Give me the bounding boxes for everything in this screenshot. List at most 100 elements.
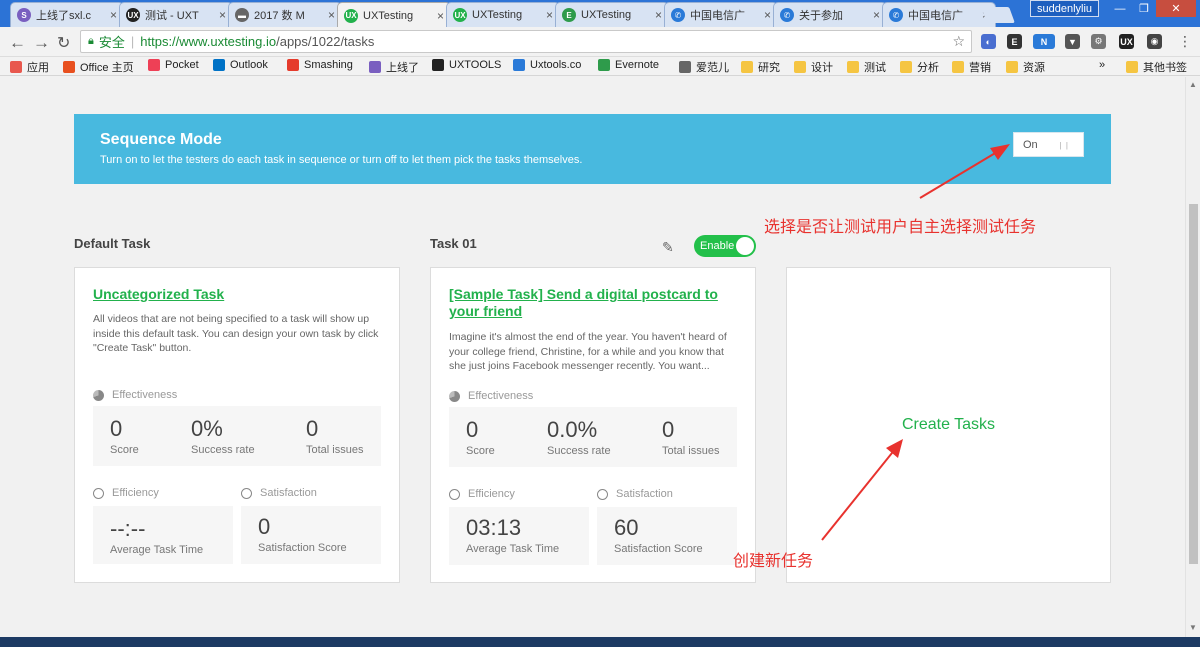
tab-title: 中国电信广 <box>690 10 745 22</box>
close-tab-icon[interactable]: × <box>873 8 880 22</box>
create-tasks-button[interactable]: Create Tasks <box>787 416 1110 434</box>
bookmark-item[interactable]: Outlook <box>213 59 268 71</box>
task-description: All videos that are not being specified … <box>93 313 379 354</box>
task-title-link[interactable]: [Sample Task] Send a digital postcard to… <box>449 286 739 320</box>
close-tab-icon[interactable]: × <box>110 8 117 22</box>
task-description: Imagine it's almost the end of the year.… <box>449 331 727 372</box>
profile-button[interactable]: suddenlyliu <box>1030 0 1100 17</box>
create-tasks-card[interactable]: Create Tasks <box>786 267 1111 583</box>
bookmark-item[interactable]: Evernote <box>598 59 659 71</box>
bookmark-item[interactable]: Office 主页 <box>63 59 134 75</box>
bookmark-item[interactable]: 设计 <box>794 59 833 75</box>
window-controls: — ❐ ✕ <box>1108 0 1196 17</box>
scroll-down-icon[interactable]: ▼ <box>1189 623 1197 632</box>
maximize-icon[interactable]: ❐ <box>1132 0 1156 17</box>
page-scrollbar[interactable]: ▲ ▼ <box>1185 77 1200 637</box>
bookmark-item[interactable]: 爱范儿 <box>679 59 729 75</box>
efficiency-label: Efficiency <box>449 488 515 500</box>
forward-icon[interactable]: → <box>33 33 50 53</box>
bookmark-item[interactable]: 分析 <box>900 59 939 75</box>
pencil-icon[interactable]: ✎ <box>662 239 674 256</box>
scroll-up-icon[interactable]: ▲ <box>1189 80 1197 89</box>
reload-icon[interactable]: ↻ <box>57 33 70 53</box>
bookmark-icon <box>847 61 859 73</box>
panda-extension-icon[interactable]: ◉ <box>1147 34 1162 49</box>
close-tab-icon[interactable]: × <box>764 8 771 22</box>
bookmark-item[interactable]: 上线了 <box>369 59 419 75</box>
browser-tab[interactable]: ✆ 关于参加 × <box>773 2 887 27</box>
folder-icon <box>1126 61 1138 73</box>
tab-title: 2017 数 M <box>254 10 305 22</box>
tab-favicon-icon: ✆ <box>780 8 794 22</box>
satisfaction-label: Satisfaction <box>241 487 317 499</box>
tab-favicon-icon: UX <box>453 8 467 22</box>
task-enable-toggle[interactable]: Enable <box>694 235 756 257</box>
settings-extension-icon[interactable]: ⚙ <box>1091 34 1106 49</box>
bookmark-item[interactable]: Pocket <box>148 59 199 71</box>
browser-tab[interactable]: ▬ 2017 数 M × <box>228 2 342 27</box>
score-stat: 0 Score <box>466 417 495 457</box>
average-task-time-stat: 03:13 Average Task Time <box>466 515 560 555</box>
other-bookmarks[interactable]: 其他书签 <box>1126 59 1187 75</box>
sequence-mode-description: Turn on to let the testers do each task … <box>100 154 583 166</box>
lock-icon: 🔒︎ <box>88 35 94 47</box>
score-stat: 0 Score <box>110 416 139 456</box>
close-tab-icon[interactable]: × <box>219 8 226 22</box>
tasks-page: Sequence Mode Turn on to let the testers… <box>0 77 1185 637</box>
evernote-extension-icon[interactable]: E <box>1007 34 1022 49</box>
close-tab-icon[interactable]: × <box>437 9 444 23</box>
new-extension-icon[interactable]: N <box>1033 34 1055 49</box>
close-tab-icon[interactable]: × <box>546 8 553 22</box>
address-bar[interactable]: 🔒︎ 安全 | https://www.uxtesting.io/apps/10… <box>80 30 972 53</box>
minimize-icon[interactable]: — <box>1108 0 1132 17</box>
pocket-extension-icon[interactable]: ▼ <box>1065 34 1080 49</box>
bookmark-item[interactable]: 研究 <box>741 59 780 75</box>
bookmark-item[interactable]: Smashing <box>287 59 353 71</box>
task-card-sample: [Sample Task] Send a digital postcard to… <box>430 267 756 583</box>
bookmark-star-icon[interactable]: ☆ <box>952 33 965 50</box>
task-title-link[interactable]: Uncategorized Task <box>93 286 383 303</box>
tab-favicon-icon: UX <box>126 8 140 22</box>
ux-extension-icon[interactable]: UX <box>1119 34 1134 49</box>
tab-strip: S 上线了sxl.c × UX 测试 - UXT × ▬ 2017 数 M × UX UXTesti… <box>0 0 1200 28</box>
toolbar: ← → ↻ 🔒︎ 安全 | https://www.uxtesting.io/a… <box>0 27 1200 57</box>
bookmark-item[interactable]: 营销 <box>952 59 991 75</box>
pie-chart-icon <box>93 389 104 401</box>
bookmark-icon <box>679 61 691 73</box>
browser-tab[interactable]: UX UXTesting × <box>337 2 451 28</box>
back-icon[interactable]: ← <box>9 33 26 53</box>
close-tab-icon[interactable]: × <box>655 8 662 22</box>
browser-tab[interactable]: ✆中国电信广× <box>664 2 778 27</box>
bookmark-item[interactable]: UXTOOLS <box>432 59 501 71</box>
bookmark-icon <box>952 61 964 73</box>
clock-icon <box>93 487 104 499</box>
scroll-thumb[interactable] <box>1189 204 1198 564</box>
browser-tab[interactable]: ✆中国电信广× <box>882 2 996 27</box>
browser-tab[interactable]: E UXTesting × <box>555 2 669 27</box>
satisfaction-label: Satisfaction <box>597 488 673 500</box>
satisfaction-stats: 60 Satisfaction Score <box>597 507 737 565</box>
bookmark-item[interactable]: 测试 <box>847 59 886 75</box>
bookmarks-more-icon[interactable]: » <box>1099 59 1105 71</box>
bookmark-icon <box>10 61 22 73</box>
bookmark-icon <box>741 61 753 73</box>
sequence-mode-toggle[interactable]: On | | <box>1013 132 1084 157</box>
smiley-icon <box>241 487 252 499</box>
tab-favicon-icon: ✆ <box>889 8 903 22</box>
browser-tab[interactable]: UX 测试 - UXT × <box>119 2 233 27</box>
browser-tab[interactable]: S 上线了sxl.c × <box>10 2 124 27</box>
browser-tab[interactable]: UX UXTesting × <box>446 2 560 27</box>
close-window-icon[interactable]: ✕ <box>1156 0 1196 17</box>
extension-icon[interactable]: ◐ <box>981 34 996 49</box>
bookmark-item[interactable]: Uxtools.co <box>513 59 581 71</box>
clock-icon <box>449 488 460 500</box>
new-tab-button[interactable] <box>981 7 1015 23</box>
close-tab-icon[interactable]: × <box>328 8 335 22</box>
url-host: https://www.uxtesting.io <box>140 34 277 49</box>
pie-chart-icon <box>449 390 460 402</box>
bookmark-item[interactable]: 应用 <box>10 59 49 75</box>
toggle-grip-icon: | | <box>1059 141 1069 150</box>
menu-icon[interactable]: ⋮ <box>1178 33 1192 50</box>
bookmark-item[interactable]: 资源 <box>1006 59 1045 75</box>
bookmark-icon <box>1006 61 1018 73</box>
